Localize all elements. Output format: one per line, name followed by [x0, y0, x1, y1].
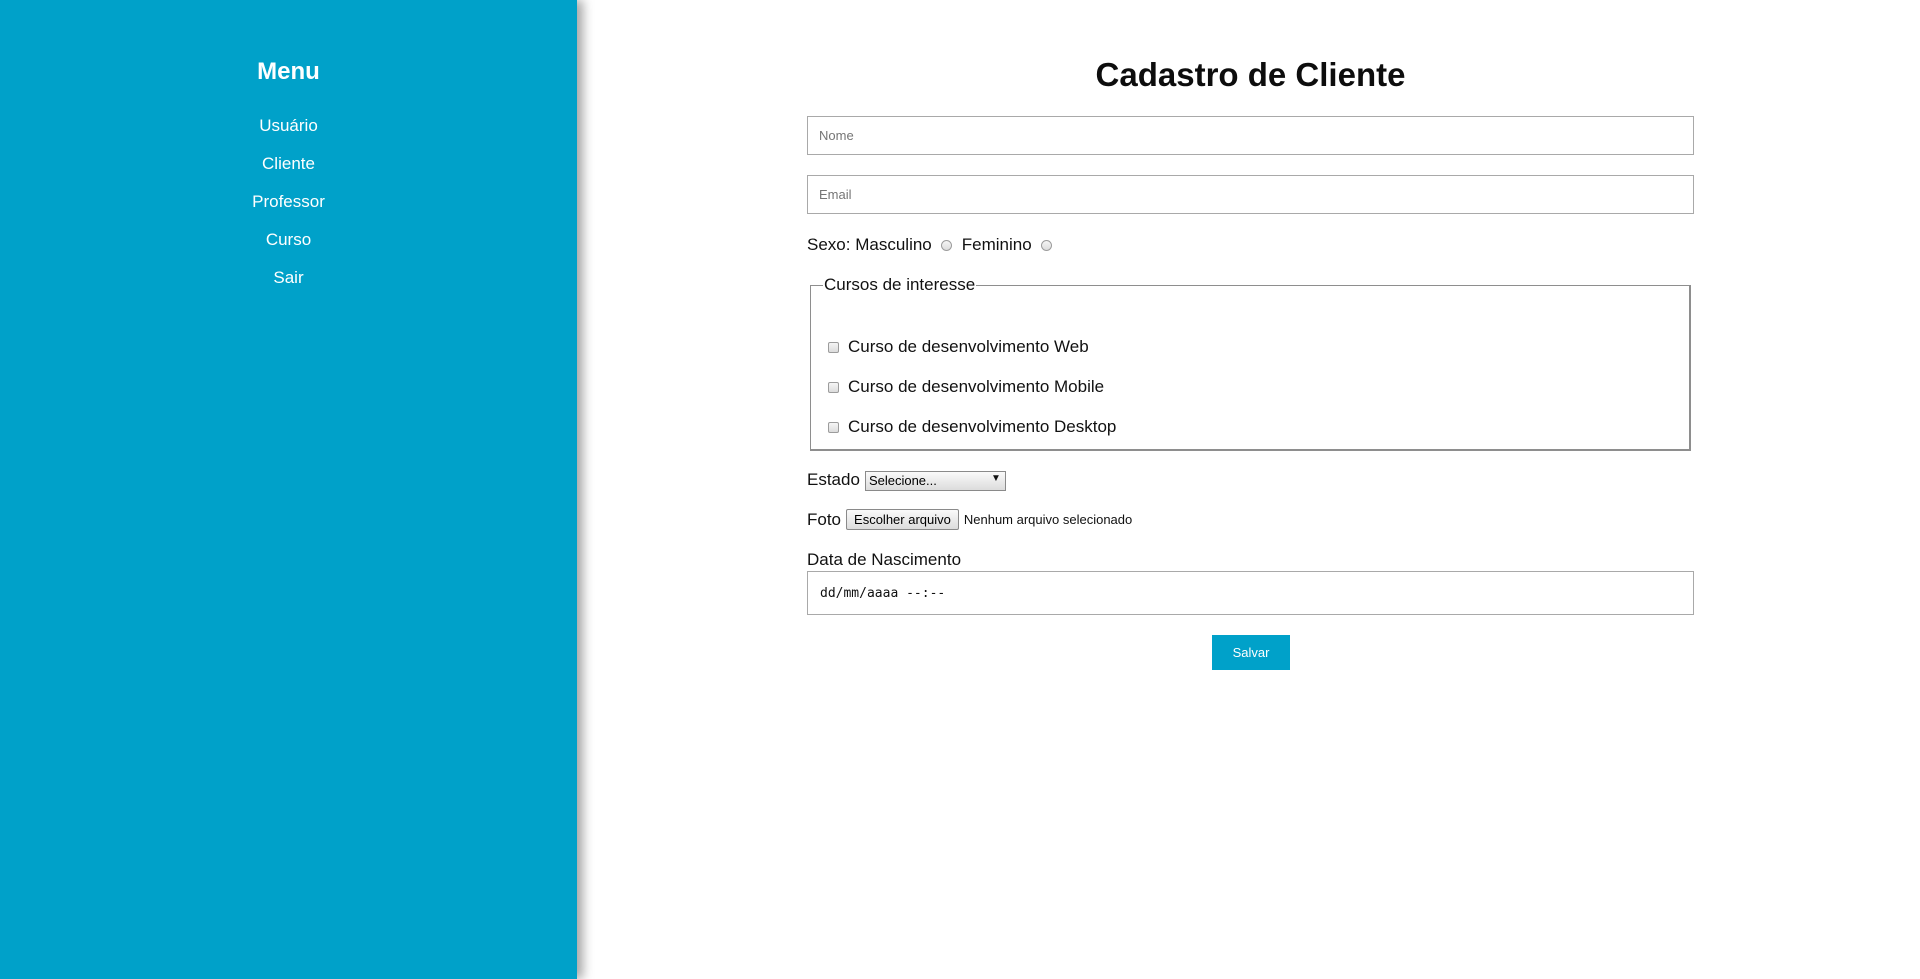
photo-label: Foto [807, 509, 842, 529]
sidebar-item-professor[interactable]: Professor [252, 192, 325, 211]
sidebar-nav: Usuário Cliente Professor Curso Sair [0, 115, 577, 305]
sidebar-item-cliente[interactable]: Cliente [262, 154, 315, 173]
birth-date-input[interactable]: dd/mm/aaaa --:-- [807, 571, 1694, 615]
interest-option: Curso de desenvolvimento Desktop [828, 417, 1116, 437]
sex-row: Sexo: Masculino Feminino [807, 235, 1062, 255]
sex-radio-feminino[interactable] [1040, 239, 1052, 251]
birth-date-value: dd/mm/aaaa --:-- [820, 585, 946, 601]
name-input[interactable] [807, 116, 1694, 155]
interest-checkbox-mobile[interactable] [828, 381, 839, 393]
sidebar: Menu Usuário Cliente Professor Curso Sai… [0, 0, 577, 979]
interest-checkbox-web[interactable] [828, 341, 839, 353]
sex-option-feminino-label: Feminino [961, 235, 1032, 254]
sidebar-item-sair[interactable]: Sair [273, 268, 303, 287]
sidebar-item: Cliente [0, 153, 577, 191]
sidebar-item-curso[interactable]: Curso [266, 230, 311, 249]
interest-label-mobile: Curso de desenvolvimento Mobile [848, 377, 1105, 396]
state-label: Estado [807, 470, 860, 490]
file-status: Nenhum arquivo selecionado [963, 512, 1133, 527]
sidebar-item: Sair [0, 267, 577, 305]
state-select-wrapper: Selecione... ▼ [860, 470, 1006, 491]
sidebar-title: Menu [257, 58, 320, 85]
interests-legend: Cursos de interesse [824, 275, 976, 294]
sidebar-item: Professor [0, 191, 577, 229]
interests-fieldset: Cursos de interesse Curso de desenvolvim… [810, 275, 1691, 451]
sidebar-item: Curso [0, 229, 577, 267]
state-select[interactable]: Selecione... [864, 470, 1006, 491]
email-input[interactable] [807, 175, 1694, 214]
interest-checkbox-desktop[interactable] [828, 421, 839, 433]
sidebar-item-usuario[interactable]: Usuário [259, 116, 318, 135]
interest-option: Curso de desenvolvimento Mobile [828, 377, 1104, 397]
sidebar-item: Usuário [0, 115, 577, 153]
interest-option: Curso de desenvolvimento Web [828, 337, 1089, 357]
choose-file-button[interactable]: Escolher arquivo [846, 509, 959, 530]
sex-label: Sexo: [807, 235, 851, 254]
state-row: Estado Selecione... ▼ [807, 470, 1006, 491]
photo-row: Foto Escolher arquivo Nenhum arquivo sel… [807, 509, 1132, 530]
birth-date-label: Data de Nascimento [807, 550, 962, 569]
page-title: Cadastro de Cliente [1095, 56, 1406, 93]
interest-label-desktop: Curso de desenvolvimento Desktop [848, 417, 1117, 436]
interest-label-web: Curso de desenvolvimento Web [848, 337, 1089, 356]
save-button[interactable]: Salvar [1212, 635, 1290, 670]
sex-option-masculino-label: Masculino [855, 235, 932, 254]
sex-radio-masculino[interactable] [940, 239, 952, 251]
